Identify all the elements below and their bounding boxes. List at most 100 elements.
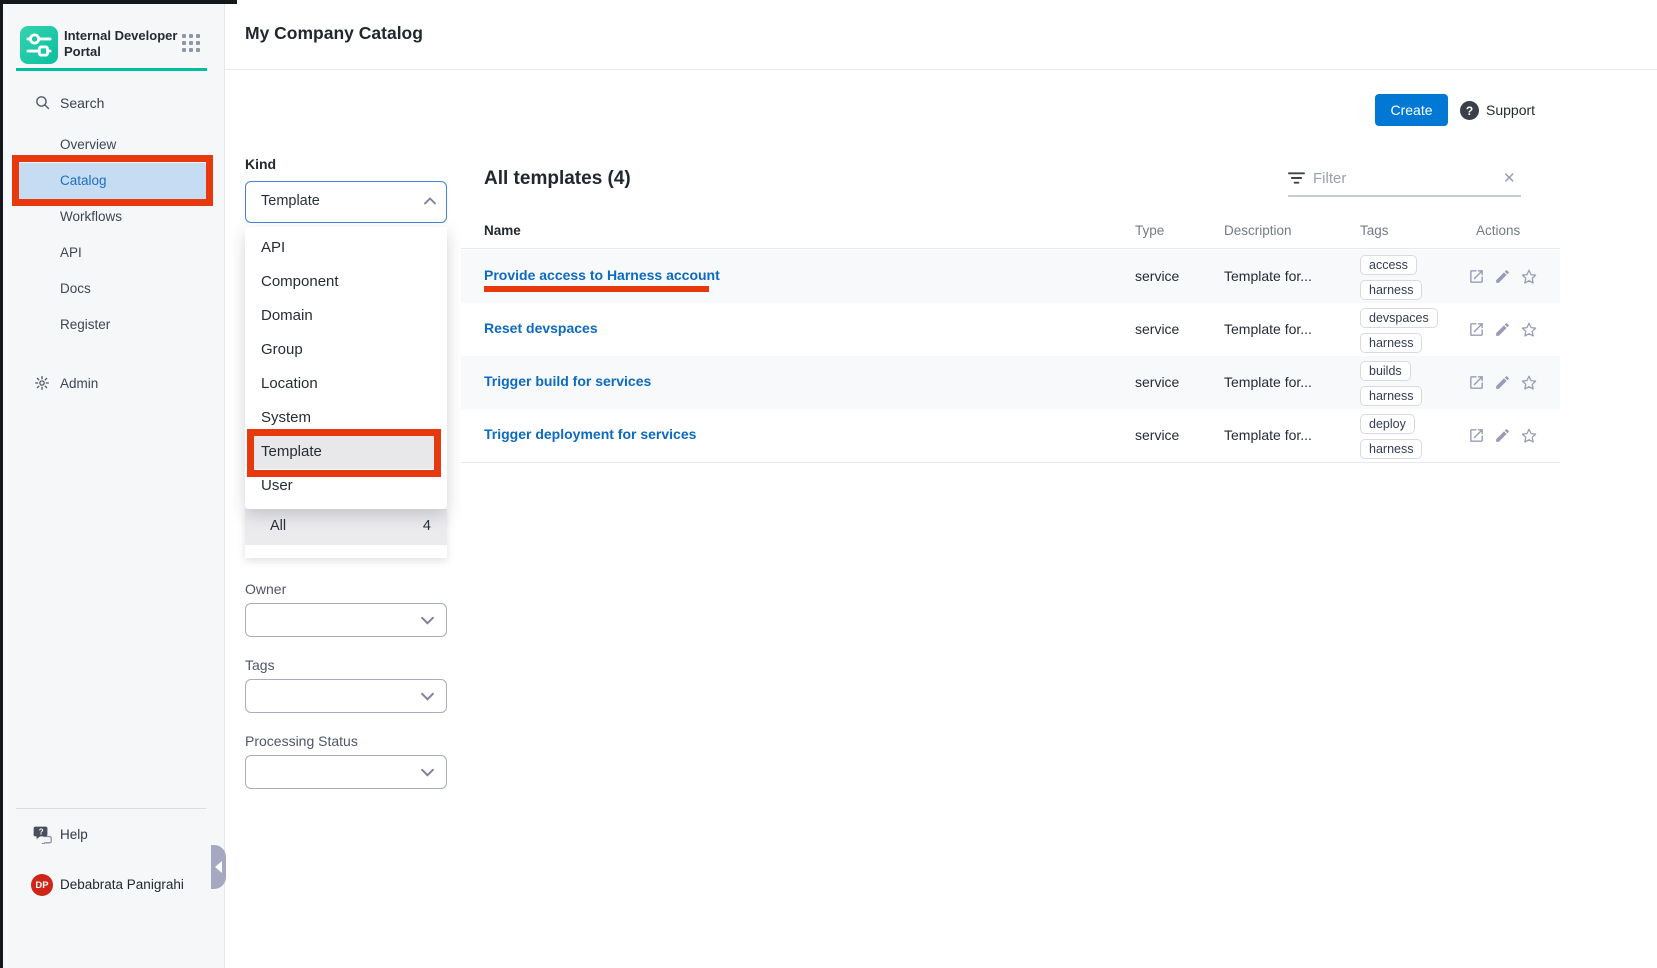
window-edge-top xyxy=(0,0,237,4)
kind-option-group[interactable]: Group xyxy=(245,333,447,367)
admin-label: Admin xyxy=(60,376,98,391)
sidebar-item-admin[interactable]: Admin xyxy=(0,372,225,398)
help-chat-icon: ? xyxy=(32,825,53,844)
kind-option-domain[interactable]: Domain xyxy=(245,299,447,333)
sidebar-item-overview[interactable]: Overview xyxy=(0,127,225,163)
chevron-down-icon xyxy=(421,768,434,777)
support-label[interactable]: Support xyxy=(1486,102,1535,118)
row-tags: accessharness xyxy=(1360,255,1422,300)
col-header-description[interactable]: Description xyxy=(1224,223,1292,238)
header-divider xyxy=(225,69,1657,70)
sidebar-item-api[interactable]: API xyxy=(0,235,225,271)
kind-filter-label: Kind xyxy=(245,156,276,172)
table-row: Reset devspaces service Template for... … xyxy=(461,303,1560,356)
tag-chip: access xyxy=(1360,255,1417,275)
tag-chip: harness xyxy=(1360,439,1422,459)
row-name-link[interactable]: Trigger deployment for services xyxy=(484,426,696,442)
sidebar-divider xyxy=(16,808,206,809)
table-body: Provide access to Harness account servic… xyxy=(461,250,1560,463)
col-header-actions[interactable]: Actions xyxy=(1476,223,1520,238)
row-description: Template for... xyxy=(1224,374,1312,390)
svg-text:?: ? xyxy=(39,828,44,837)
kind-option-template[interactable]: Template xyxy=(252,435,440,469)
search-label: Search xyxy=(60,95,104,111)
kind-dropdown: APIComponentDomainGroupLocationSystemTem… xyxy=(245,227,447,509)
app-title: Internal Developer Portal xyxy=(64,28,182,60)
kind-all-row[interactable]: All 4 xyxy=(245,509,447,545)
row-name-link[interactable]: Provide access to Harness account xyxy=(484,267,720,283)
idp-logo-icon xyxy=(20,26,58,64)
col-header-name[interactable]: Name xyxy=(484,223,521,238)
kind-select[interactable]: Template xyxy=(245,181,447,223)
row-description: Template for... xyxy=(1224,268,1312,284)
table-title: All templates (4) xyxy=(484,168,631,190)
filter-lines-icon xyxy=(1288,171,1305,185)
tags-filter-label: Tags xyxy=(245,657,275,673)
open-in-new-icon[interactable] xyxy=(1468,321,1485,338)
kind-option-location[interactable]: Location xyxy=(245,367,447,401)
row-name-link[interactable]: Reset devspaces xyxy=(484,320,598,336)
row-actions xyxy=(1468,427,1538,445)
row-tags: deployharness xyxy=(1360,414,1422,459)
owner-filter-label: Owner xyxy=(245,581,286,597)
user-name: Debabrata Panigrahi xyxy=(60,877,184,892)
kind-all-count: 4 xyxy=(423,518,431,534)
row-type: service xyxy=(1135,427,1179,443)
col-header-tags[interactable]: Tags xyxy=(1360,223,1389,238)
annotation-underline xyxy=(484,286,709,292)
help-button[interactable]: ? Help xyxy=(0,824,225,848)
sidebar-nav: OverviewCatalogWorkflowsAPIDocsRegister xyxy=(0,127,225,343)
filter-input-underline xyxy=(1288,195,1521,197)
edit-pencil-icon[interactable] xyxy=(1494,321,1511,338)
sidebar-item-docs[interactable]: Docs xyxy=(0,271,225,307)
chevron-down-icon xyxy=(421,616,434,625)
sidebar-item-workflows[interactable]: Workflows xyxy=(0,199,225,235)
kind-option-api[interactable]: API xyxy=(245,231,447,265)
row-type: service xyxy=(1135,268,1179,284)
row-actions xyxy=(1468,374,1538,392)
row-description: Template for... xyxy=(1224,321,1312,337)
processing-status-select[interactable] xyxy=(245,755,447,789)
table-filter-input[interactable]: Filter xyxy=(1313,170,1346,187)
row-actions xyxy=(1468,321,1538,339)
row-type: service xyxy=(1135,321,1179,337)
kind-option-system[interactable]: System xyxy=(245,401,447,435)
processing-status-filter-label: Processing Status xyxy=(245,733,358,749)
edit-pencil-icon[interactable] xyxy=(1494,374,1511,391)
row-name-link[interactable]: Trigger build for services xyxy=(484,373,651,389)
kind-option-user[interactable]: User xyxy=(245,469,447,503)
open-in-new-icon[interactable] xyxy=(1468,427,1485,444)
star-icon[interactable] xyxy=(1520,321,1538,339)
table-header-row: Name Type Description Tags Actions xyxy=(461,215,1560,249)
star-icon[interactable] xyxy=(1520,374,1538,392)
sidebar-item-register[interactable]: Register xyxy=(0,307,225,343)
kind-all-label: All xyxy=(270,518,286,534)
tags-select[interactable] xyxy=(245,679,447,713)
apps-grid-icon[interactable] xyxy=(182,34,200,52)
edit-pencil-icon[interactable] xyxy=(1494,268,1511,285)
support-question-icon[interactable]: ? xyxy=(1460,101,1479,120)
row-description: Template for... xyxy=(1224,427,1312,443)
star-icon[interactable] xyxy=(1520,427,1538,445)
owner-select[interactable] xyxy=(245,603,447,637)
clear-filter-icon[interactable]: ✕ xyxy=(1503,169,1516,187)
chevron-down-icon xyxy=(421,692,434,701)
user-avatar[interactable]: DP xyxy=(31,874,53,896)
col-header-type[interactable]: Type xyxy=(1135,223,1164,238)
table-row: Trigger build for services service Templ… xyxy=(461,356,1560,409)
row-actions xyxy=(1468,268,1538,286)
open-in-new-icon[interactable] xyxy=(1468,374,1485,391)
collapse-arrow-icon xyxy=(215,861,222,873)
sidebar-item-catalog[interactable]: Catalog xyxy=(19,163,206,199)
create-button[interactable]: Create xyxy=(1375,94,1448,126)
brand-divider xyxy=(16,68,207,71)
star-icon[interactable] xyxy=(1520,268,1538,286)
kind-option-component[interactable]: Component xyxy=(245,265,447,299)
tag-chip: devspaces xyxy=(1360,308,1438,328)
gear-icon xyxy=(34,375,50,391)
edit-pencil-icon[interactable] xyxy=(1494,427,1511,444)
sidebar-collapse-handle[interactable] xyxy=(211,845,226,889)
open-in-new-icon[interactable] xyxy=(1468,268,1485,285)
sidebar-search[interactable]: Search xyxy=(0,92,225,118)
kind-summary-card: All 4 xyxy=(245,509,447,558)
